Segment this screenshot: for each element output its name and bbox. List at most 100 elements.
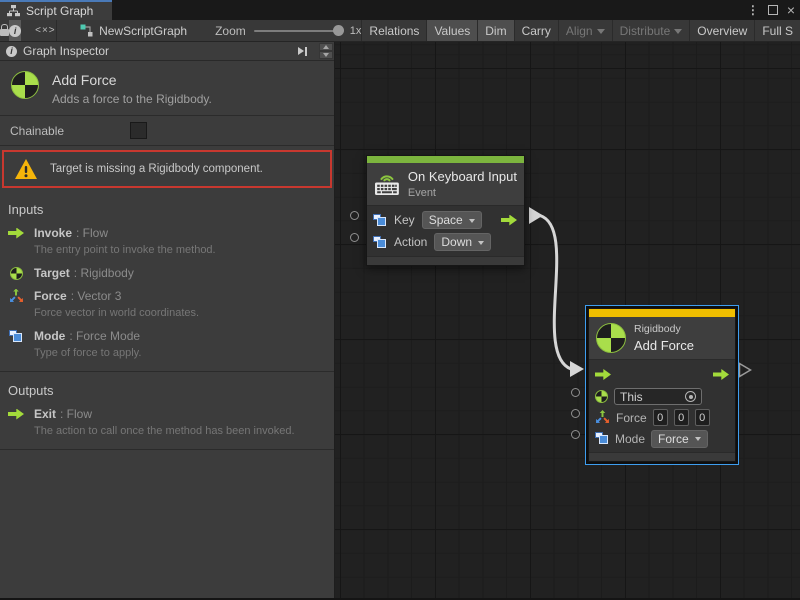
input-desc: Type of force to apply. <box>34 347 326 360</box>
node-title: On Keyboard Input <box>408 169 517 184</box>
output-port-triangle[interactable] <box>740 364 751 377</box>
chevron-down-icon <box>469 219 475 223</box>
warning-text: Target is missing a Rigidbody component. <box>50 163 263 175</box>
node-footer <box>367 256 524 265</box>
force-y-input[interactable]: 0 <box>674 409 689 426</box>
force-row: Force 0 0 0 <box>595 407 729 428</box>
target-row: This <box>595 386 729 407</box>
mode-dropdown[interactable]: Force <box>651 430 708 448</box>
keyboard-icon <box>374 172 400 196</box>
key-dropdown[interactable]: Space <box>422 211 482 229</box>
value-port[interactable] <box>350 233 359 242</box>
title-bar: Script Graph ⋮ × <box>0 0 800 20</box>
mode-label: Mode <box>615 432 645 446</box>
input-desc: Force vector in world coordinates. <box>34 307 326 320</box>
value-port[interactable] <box>350 211 359 220</box>
flow-output-port[interactable] <box>713 369 729 380</box>
window-menu-icon[interactable]: ⋮ <box>747 0 759 20</box>
action-label: Action <box>394 235 427 249</box>
unit-summary: Add Force Adds a force to the Rigidbody. <box>0 61 334 115</box>
object-picker-icon[interactable] <box>685 391 696 402</box>
enum-icon <box>9 330 23 343</box>
inspector-title: Graph Inspector <box>23 44 288 58</box>
zoom-slider-knob[interactable] <box>333 25 344 36</box>
key-label: Key <box>394 213 415 227</box>
zoom-slider[interactable] <box>254 30 342 32</box>
triangle-down-icon <box>323 53 329 57</box>
graph-inspector-panel: i Graph Inspector Add Force Adds a force… <box>0 42 335 598</box>
graph-hierarchy-icon <box>7 5 20 17</box>
dim-button[interactable]: Dim <box>477 20 513 41</box>
input-row-mode: Mode: Force Mode Type of force to apply. <box>0 323 334 363</box>
value-port[interactable] <box>571 430 580 439</box>
add-force-node[interactable]: Rigidbody Add Force This <box>588 308 736 462</box>
flow-arrow-icon <box>8 409 24 420</box>
enum-icon <box>373 214 387 227</box>
flow-input-port[interactable] <box>595 369 611 380</box>
values-button[interactable]: Values <box>426 20 477 41</box>
inputs-header: Inputs <box>0 191 334 220</box>
fullscreen-button[interactable]: Full S <box>754 20 800 41</box>
rigidbody-icon <box>596 323 626 353</box>
node-title: Add Force <box>634 338 694 353</box>
align-button[interactable]: Align <box>558 20 612 41</box>
inspector-header: i Graph Inspector <box>0 42 334 61</box>
output-desc: The action to call once the method has b… <box>34 425 326 438</box>
force-label: Force <box>616 411 647 425</box>
force-x-input[interactable]: 0 <box>653 409 668 426</box>
mode-row: Mode Force <box>595 428 729 449</box>
carry-button[interactable]: Carry <box>514 20 558 41</box>
inspector-toggle-button[interactable]: i <box>9 20 21 41</box>
zoom-label: Zoom <box>215 24 246 38</box>
target-object-field[interactable]: This <box>614 388 702 405</box>
view-options: Relations Values Dim Carry Align Distrib… <box>361 20 800 41</box>
chainable-row: Chainable <box>0 116 334 145</box>
zoom-value: 1x <box>350 25 362 37</box>
code-preview-button[interactable]: <×> <box>35 20 56 41</box>
outputs-header: Outputs <box>0 372 334 401</box>
chainable-checkbox[interactable] <box>130 122 147 139</box>
tab-script-graph[interactable]: Script Graph <box>0 0 112 20</box>
connection-end-arrow <box>570 361 584 377</box>
chevron-down-icon <box>695 437 701 441</box>
action-dropdown[interactable]: Down <box>434 233 491 251</box>
unit-title: Add Force <box>52 72 212 88</box>
chevron-down-icon <box>674 29 682 34</box>
close-icon[interactable]: × <box>787 0 795 20</box>
node-footer <box>589 452 735 461</box>
dock-icon <box>298 47 304 55</box>
window-controls: ⋮ × <box>747 0 795 20</box>
panel-spinners <box>319 43 333 59</box>
on-keyboard-input-node[interactable]: On Keyboard Input Event Key Space Action <box>366 155 525 266</box>
warning-color-bar <box>589 309 735 317</box>
warning-box: Target is missing a Rigidbody component. <box>2 150 332 188</box>
maximize-icon[interactable] <box>768 5 778 15</box>
triangle-up-icon <box>323 45 329 49</box>
scroll-up-button[interactable] <box>319 43 333 51</box>
add-force-node-selection[interactable]: Rigidbody Add Force This <box>585 305 739 465</box>
graph-toolbar: i <×> NewScriptGraph Zoom 1x Relations V… <box>0 20 800 42</box>
flow-arrow-icon <box>8 228 24 239</box>
overview-button[interactable]: Overview <box>689 20 754 41</box>
relations-button[interactable]: Relations <box>361 20 426 41</box>
value-port[interactable] <box>571 388 580 397</box>
distribute-button[interactable]: Distribute <box>612 20 690 41</box>
graph-name-breadcrumb[interactable]: NewScriptGraph <box>80 24 187 38</box>
input-desc: The entry point to invoke the method. <box>34 244 326 257</box>
action-row: Action Down <box>373 231 518 253</box>
lock-button[interactable] <box>0 20 9 41</box>
node-subtitle: Event <box>408 187 517 199</box>
graph-canvas[interactable]: On Keyboard Input Event Key Space Action <box>335 42 800 598</box>
force-z-input[interactable]: 0 <box>695 409 710 426</box>
rigidbody-icon <box>10 267 23 280</box>
chainable-label: Chainable <box>10 124 130 138</box>
scroll-down-button[interactable] <box>319 51 333 59</box>
dock-panel-button[interactable] <box>294 47 311 56</box>
flow-output-port[interactable] <box>501 215 517 226</box>
unit-subtitle: Adds a force to the Rigidbody. <box>52 92 212 106</box>
value-port[interactable] <box>571 409 580 418</box>
flow-connection <box>540 216 571 370</box>
tab-label: Script Graph <box>26 4 93 18</box>
output-row-exit: Exit: Flow The action to call once the m… <box>0 401 334 441</box>
vector3-icon <box>9 289 24 304</box>
